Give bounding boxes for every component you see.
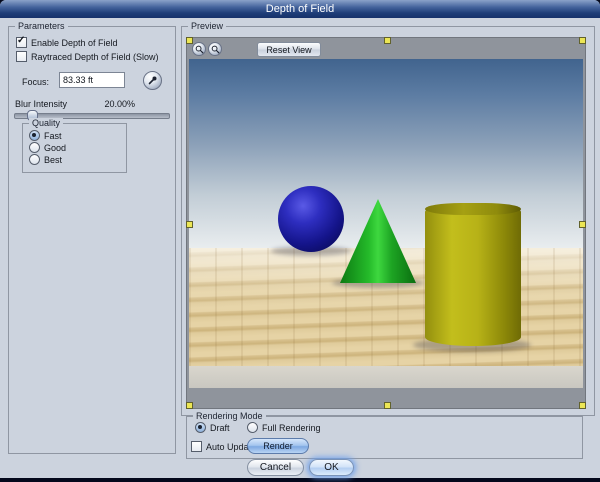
window-title: Depth of Field	[265, 3, 335, 15]
selection-handle-mid-right[interactable]	[579, 221, 586, 228]
draft-option[interactable]: Draft	[195, 422, 230, 433]
selection-handle-bottom-right[interactable]	[579, 402, 586, 409]
preview-group: Preview Reset View	[181, 21, 595, 416]
raytraced-dof-row: Raytraced Depth of Field (Slow)	[16, 51, 159, 62]
raytraced-dof-checkbox[interactable]	[16, 51, 27, 62]
rendering-mode-group-label: Rendering Mode	[193, 411, 266, 422]
zoom-in-button[interactable]	[208, 42, 222, 56]
enable-dof-row: Enable Depth of Field	[16, 35, 118, 48]
parameters-group-label: Parameters	[15, 21, 68, 32]
preview-scene	[189, 59, 583, 388]
focus-pick-button[interactable]	[143, 71, 162, 90]
reset-view-button[interactable]: Reset View	[257, 42, 321, 57]
rendering-mode-group: Rendering Mode Draft Full Rendering Auto…	[186, 411, 583, 459]
magnifier-plus-icon	[211, 45, 220, 54]
scene-foreground-band	[189, 366, 583, 388]
quality-good-label: Good	[44, 142, 67, 153]
blue-sphere	[278, 186, 344, 252]
quality-group-label: Quality	[29, 118, 64, 129]
quality-best-label: Best	[44, 154, 63, 165]
blur-intensity-label: Blur Intensity	[15, 99, 68, 109]
full-rendering-label: Full Rendering	[262, 422, 321, 433]
selection-handle-top-mid[interactable]	[384, 37, 391, 44]
quality-option-fast[interactable]: Fast	[29, 130, 62, 141]
full-rendering-option[interactable]: Full Rendering	[247, 422, 321, 433]
auto-update-checkbox[interactable]	[191, 441, 202, 452]
enable-dof-label: Enable Depth of Field	[31, 37, 118, 48]
blur-intensity-value: 20.00%	[104, 99, 135, 109]
parameters-group: Parameters Enable Depth of Field Raytrac…	[8, 21, 176, 454]
window-titlebar[interactable]: Depth of Field	[0, 0, 600, 18]
quality-option-best[interactable]: Best	[29, 154, 62, 165]
quality-fast-radio[interactable]	[29, 130, 40, 141]
selection-handle-top-right[interactable]	[579, 37, 586, 44]
zoom-out-button[interactable]	[192, 42, 206, 56]
enable-dof-checkbox[interactable]	[16, 35, 27, 48]
preview-canvas[interactable]: Reset View	[186, 37, 586, 409]
yellow-cylinder	[425, 203, 521, 346]
ok-button[interactable]: OK	[309, 459, 354, 476]
draft-label: Draft	[210, 422, 230, 433]
cancel-button[interactable]: Cancel	[247, 459, 304, 476]
selection-handle-bottom-mid[interactable]	[384, 402, 391, 409]
preview-group-label: Preview	[188, 21, 227, 32]
focus-label: Focus:	[22, 77, 50, 87]
selection-handle-mid-left[interactable]	[186, 221, 193, 228]
quality-option-good[interactable]: Good	[29, 142, 66, 153]
magnifier-minus-icon	[195, 45, 204, 54]
quality-fast-label: Fast	[44, 130, 62, 141]
full-rendering-radio[interactable]	[247, 422, 258, 433]
selection-handle-top-left[interactable]	[186, 37, 193, 44]
selection-handle-bottom-left[interactable]	[186, 402, 193, 409]
quality-group: Quality Fast Good Best	[22, 118, 127, 173]
render-button[interactable]: Render	[247, 438, 309, 454]
depth-of-field-dialog: Depth of Field Parameters Enable Depth o…	[0, 0, 600, 478]
raytraced-dof-label: Raytraced Depth of Field (Slow)	[31, 51, 159, 62]
draft-radio[interactable]	[195, 422, 206, 433]
quality-good-radio[interactable]	[29, 142, 40, 153]
eyedropper-icon	[147, 75, 158, 86]
focus-input[interactable]	[59, 72, 125, 88]
quality-best-radio[interactable]	[29, 154, 40, 165]
